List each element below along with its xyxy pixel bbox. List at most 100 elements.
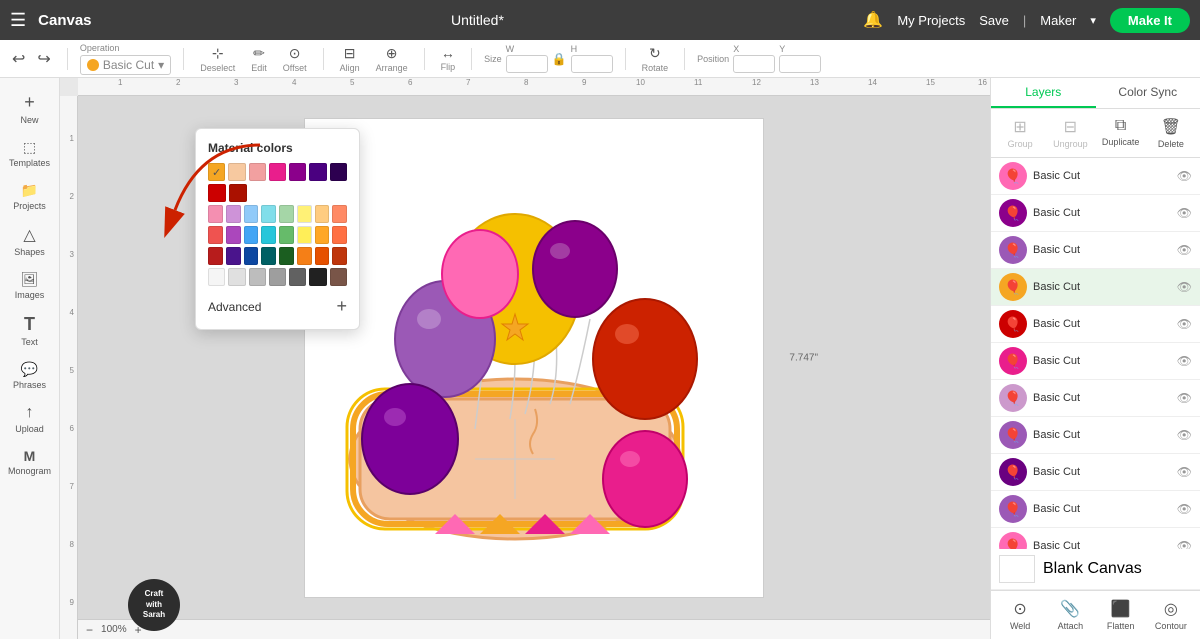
sidebar-item-shapes[interactable]: △ Shapes xyxy=(3,219,57,263)
sidebar-item-phrases[interactable]: 💬 Phrases xyxy=(3,355,57,396)
my-projects-link[interactable]: My Projects xyxy=(897,13,965,28)
sidebar-item-projects[interactable]: 📁 Projects xyxy=(3,176,57,217)
color-swatch[interactable] xyxy=(228,268,245,286)
color-swatch[interactable] xyxy=(208,184,226,202)
contour-button[interactable]: ◎ Contour xyxy=(1146,595,1196,635)
layer-item[interactable]: 🎈 Basic Cut 👁 xyxy=(991,380,1200,417)
color-swatch[interactable] xyxy=(229,184,247,202)
redo-button[interactable]: ↪ xyxy=(33,47,54,71)
color-swatch[interactable] xyxy=(208,163,225,181)
undo-button[interactable]: ↩ xyxy=(8,47,29,71)
color-swatch[interactable] xyxy=(332,247,347,265)
color-swatch[interactable] xyxy=(261,205,276,223)
color-swatch[interactable] xyxy=(226,205,241,223)
color-swatch[interactable] xyxy=(279,205,294,223)
menu-icon[interactable]: ☰ xyxy=(10,10,26,31)
make-it-button[interactable]: Make It xyxy=(1110,8,1190,33)
color-swatch[interactable] xyxy=(315,205,330,223)
color-swatch[interactable] xyxy=(279,226,294,244)
operation-select[interactable]: Basic Cut ▾ xyxy=(80,55,171,75)
layer-item[interactable]: 🎈 Basic Cut 👁 xyxy=(991,195,1200,232)
color-swatch[interactable] xyxy=(244,226,259,244)
bell-icon[interactable]: 🔔 xyxy=(863,10,883,30)
ungroup-action[interactable]: ⊟ Ungroup xyxy=(1045,113,1095,153)
color-swatch[interactable] xyxy=(226,247,241,265)
color-swatch[interactable] xyxy=(289,163,306,181)
sidebar-item-new[interactable]: + New xyxy=(3,86,57,131)
layer-item[interactable]: 🎈 Basic Cut 👁 xyxy=(991,491,1200,528)
rotate-btn[interactable]: ↻ Rotate xyxy=(638,43,673,75)
size-w-input[interactable] xyxy=(506,55,548,73)
color-swatch[interactable] xyxy=(208,205,223,223)
color-swatch[interactable] xyxy=(228,163,245,181)
layer-visibility-icon[interactable]: 👁 xyxy=(1177,465,1192,479)
lock-icon[interactable]: 🔒 xyxy=(552,52,567,66)
color-swatch[interactable] xyxy=(226,226,241,244)
flip-btn[interactable]: ↔ Flip xyxy=(437,43,460,74)
align-btn[interactable]: ⊟ Align xyxy=(336,43,364,75)
color-swatch[interactable] xyxy=(269,163,286,181)
color-swatch[interactable] xyxy=(244,247,259,265)
duplicate-action[interactable]: ⧉ Duplicate xyxy=(1096,113,1146,153)
weld-button[interactable]: ⊙ Weld xyxy=(995,595,1045,635)
color-swatch[interactable] xyxy=(261,247,276,265)
maker-label[interactable]: Maker xyxy=(1040,13,1076,28)
maker-chevron[interactable]: ▾ xyxy=(1090,14,1096,27)
advanced-button[interactable]: Advanced + xyxy=(208,296,347,317)
layer-item[interactable]: 🎈 Basic Cut 👁 xyxy=(991,269,1200,306)
color-swatch[interactable] xyxy=(249,163,266,181)
layer-item[interactable]: 🎈 Basic Cut 👁 xyxy=(991,417,1200,454)
color-swatch[interactable] xyxy=(330,268,347,286)
layer-item[interactable]: 🎈 Basic Cut 👁 xyxy=(991,158,1200,195)
color-swatch[interactable] xyxy=(309,163,326,181)
pos-y-input[interactable] xyxy=(779,55,821,73)
layer-visibility-icon[interactable]: 👁 xyxy=(1177,280,1192,294)
size-h-input[interactable] xyxy=(571,55,613,73)
color-swatch[interactable] xyxy=(330,163,347,181)
edit-btn[interactable]: ✏ Edit xyxy=(247,43,271,75)
attach-button[interactable]: 📎 Attach xyxy=(1045,595,1095,635)
zoom-out-button[interactable]: − xyxy=(86,623,93,637)
color-swatch[interactable] xyxy=(261,226,276,244)
color-swatch[interactable] xyxy=(297,226,312,244)
tab-color-sync[interactable]: Color Sync xyxy=(1096,78,1200,108)
delete-action[interactable]: 🗑 Delete xyxy=(1146,113,1196,153)
tab-layers[interactable]: Layers xyxy=(991,78,1096,108)
color-swatch[interactable] xyxy=(208,268,225,286)
color-swatch[interactable] xyxy=(297,205,312,223)
color-swatch[interactable] xyxy=(279,247,294,265)
layer-visibility-icon[interactable]: 👁 xyxy=(1177,317,1192,331)
offset-btn[interactable]: ⊙ Offset xyxy=(279,43,311,75)
canvas-area[interactable]: 1 2 3 4 5 6 7 8 9 10 11 12 13 14 15 16 1 xyxy=(60,78,990,639)
layer-visibility-icon[interactable]: 👁 xyxy=(1177,502,1192,516)
sidebar-item-text[interactable]: T Text xyxy=(3,308,57,353)
layer-item[interactable]: 🎈 Basic Cut 👁 xyxy=(991,232,1200,269)
color-swatch[interactable] xyxy=(297,247,312,265)
layer-visibility-icon[interactable]: 👁 xyxy=(1177,169,1192,183)
layer-visibility-icon[interactable]: 👁 xyxy=(1177,428,1192,442)
sidebar-item-upload[interactable]: ↑ Upload xyxy=(3,398,57,440)
layer-item[interactable]: 🎈 Basic Cut 👁 xyxy=(991,343,1200,380)
deselect-btn[interactable]: ⊹ Deselect xyxy=(196,43,239,75)
group-action[interactable]: ⊞ Group xyxy=(995,113,1045,153)
arrange-btn[interactable]: ⊕ Arrange xyxy=(372,43,412,75)
save-button[interactable]: Save xyxy=(979,13,1009,28)
color-swatch[interactable] xyxy=(244,205,259,223)
sidebar-item-images[interactable]: 🖼 Images xyxy=(3,265,57,306)
pos-x-input[interactable] xyxy=(733,55,775,73)
color-swatch[interactable] xyxy=(315,226,330,244)
flatten-button[interactable]: ⬛ Flatten xyxy=(1096,595,1146,635)
layer-visibility-icon[interactable]: 👁 xyxy=(1177,539,1192,549)
color-swatch[interactable] xyxy=(269,268,286,286)
color-swatch[interactable] xyxy=(332,226,347,244)
color-swatch[interactable] xyxy=(208,247,223,265)
layer-visibility-icon[interactable]: 👁 xyxy=(1177,243,1192,257)
layer-visibility-icon[interactable]: 👁 xyxy=(1177,206,1192,220)
layer-item[interactable]: 🎈 Basic Cut 👁 xyxy=(991,306,1200,343)
layer-visibility-icon[interactable]: 👁 xyxy=(1177,391,1192,405)
sidebar-item-monogram[interactable]: M Monogram xyxy=(3,442,57,482)
sidebar-item-templates[interactable]: ⬚ Templates xyxy=(3,133,57,174)
canvas-white[interactable]: 7.747" xyxy=(304,118,764,598)
color-swatch[interactable] xyxy=(309,268,326,286)
layer-item[interactable]: 🎈 Basic Cut 👁 xyxy=(991,528,1200,549)
